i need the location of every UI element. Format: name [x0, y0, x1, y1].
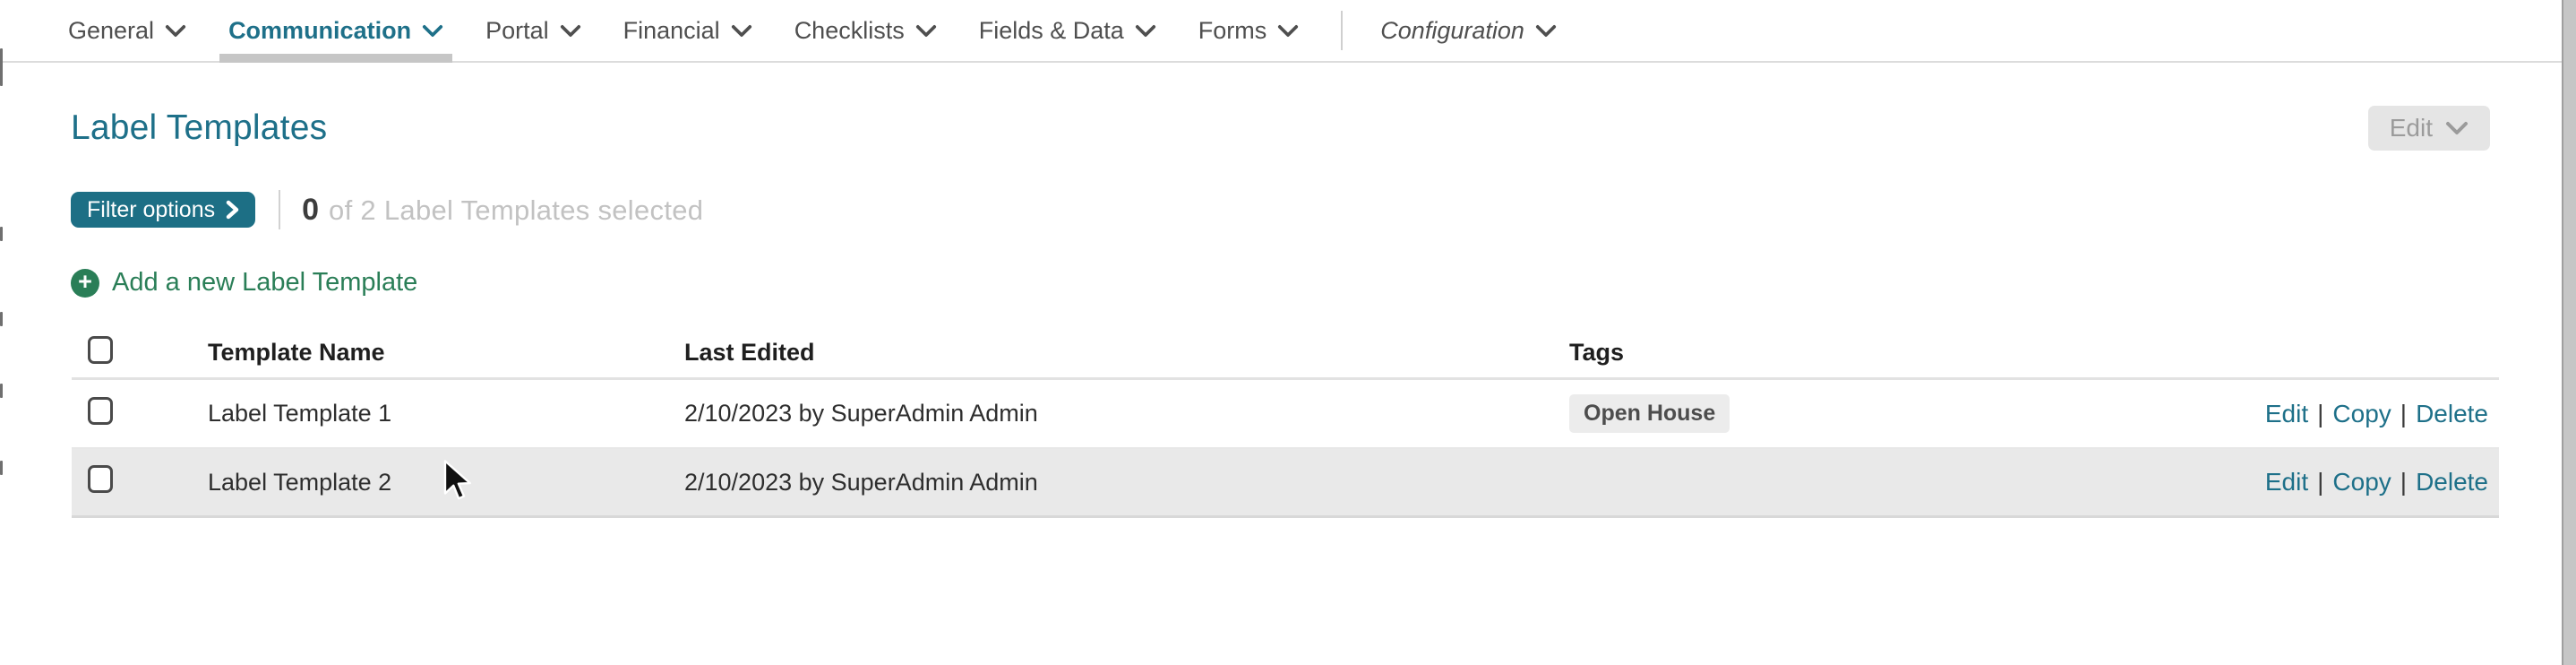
nav-item-label: Communication [228, 16, 412, 44]
chevron-down-icon [1135, 24, 1155, 37]
chevron-down-icon [165, 24, 186, 37]
chevron-right-icon [226, 200, 239, 220]
action-separator: | [2400, 468, 2408, 496]
filter-options-label: Filter options [87, 196, 216, 222]
selection-summary: 0 of 2 Label Templates selected [302, 193, 703, 228]
tag-badge: Open House [1569, 394, 1730, 433]
tags-cell: Open House [1569, 394, 2203, 433]
column-header-tags: Tags [1569, 339, 1625, 366]
nav-item-forms[interactable]: Forms [1198, 0, 1300, 61]
filter-options-button[interactable]: Filter options [71, 192, 256, 228]
row-action-edit[interactable]: Edit [2265, 400, 2308, 428]
select-all-checkbox[interactable] [88, 335, 113, 364]
add-label-template-text: Add a new Label Template [112, 268, 418, 297]
row-action-edit[interactable]: Edit [2265, 468, 2308, 496]
app-window: General Communication Portal Financial C… [0, 0, 2576, 665]
nav-item-label: Forms [1198, 16, 1267, 44]
selected-count-text: of 2 Label Templates selected [329, 194, 704, 226]
row-action-delete[interactable]: Delete [2416, 468, 2488, 496]
row-action-delete[interactable]: Delete [2416, 400, 2488, 428]
vertical-divider [279, 190, 281, 229]
nav-item-checklists[interactable]: Checklists [794, 0, 937, 61]
vertical-scrollbar[interactable] [2562, 0, 2576, 665]
chevron-down-icon [423, 24, 443, 37]
column-header-last-edited: Last Edited [684, 339, 815, 366]
row-action-copy[interactable]: Copy [2332, 468, 2391, 496]
filter-row: Filter options 0 of 2 Label Templates sel… [0, 190, 2576, 229]
selected-count: 0 [302, 192, 320, 227]
nav-item-general[interactable]: General [68, 0, 186, 61]
nav-item-financial[interactable]: Financial [623, 0, 752, 61]
nav-item-label: General [68, 16, 155, 44]
nav-item-label: Fields & Data [978, 16, 1124, 44]
table-row[interactable]: Label Template 1 2/10/2023 by SuperAdmin… [72, 380, 2499, 449]
add-label-template-link[interactable]: + Add a new Label Template [71, 268, 417, 298]
chevron-down-icon [1535, 24, 1556, 37]
plus-circle-icon: + [71, 268, 99, 298]
nav-item-portal[interactable]: Portal [485, 0, 581, 61]
nav-item-label: Financial [623, 16, 720, 44]
table-body: Label Template 1 2/10/2023 by SuperAdmin… [72, 380, 2499, 518]
action-separator: | [2317, 468, 2324, 496]
template-name-cell: Label Template 2 [208, 468, 392, 496]
screen-edge-artifact [0, 461, 3, 475]
row-action-copy[interactable]: Copy [2332, 400, 2391, 428]
screen-edge-artifact [0, 384, 3, 398]
chevron-down-icon [1278, 24, 1299, 37]
row-actions-cell: Edit | Copy | Delete [2265, 468, 2499, 497]
row-checkbox[interactable] [88, 465, 113, 493]
nav-item-label: Portal [485, 16, 549, 44]
chevron-down-icon [731, 24, 751, 37]
column-header-template-name: Template Name [208, 339, 385, 366]
nav-item-label: Configuration [1380, 16, 1524, 44]
screen-edge-artifact [0, 312, 3, 326]
edit-dropdown-button[interactable]: Edit [2367, 106, 2490, 151]
action-separator: | [2317, 399, 2324, 428]
top-nav: General Communication Portal Financial C… [0, 0, 2576, 63]
table-header-row: Template Name Last Edited Tags [72, 328, 2499, 380]
last-edited-cell: 2/10/2023 by SuperAdmin Admin [684, 400, 1038, 427]
table-row[interactable]: Label Template 2 2/10/2023 by SuperAdmin… [72, 449, 2499, 518]
nav-item-label: Checklists [794, 16, 905, 44]
scrollbar-thumb[interactable] [2563, 0, 2576, 665]
chevron-down-icon [915, 24, 936, 37]
add-row: + Add a new Label Template [0, 268, 2576, 298]
action-separator: | [2400, 399, 2408, 428]
edit-button-label: Edit [2389, 114, 2433, 142]
chevron-down-icon [2446, 122, 2468, 134]
template-name-cell: Label Template 1 [208, 400, 392, 427]
nav-items: General Communication Portal Financial C… [68, 0, 1599, 63]
last-edited-cell: 2/10/2023 by SuperAdmin Admin [684, 468, 1038, 496]
label-templates-table: Template Name Last Edited Tags Label Tem… [72, 328, 2499, 518]
nav-item-configuration[interactable]: Configuration [1380, 0, 1557, 61]
page-title: Label Templates [71, 108, 328, 147]
screen-edge-artifact [0, 227, 3, 241]
screen-edge-artifact [0, 48, 3, 86]
chevron-down-icon [560, 24, 580, 37]
nav-item-communication[interactable]: Communication [219, 0, 453, 63]
row-checkbox[interactable] [88, 396, 113, 425]
page-header: Label Templates Edit [0, 106, 2576, 151]
row-actions-cell: Edit | Copy | Delete [2265, 400, 2499, 428]
nav-divider [1341, 11, 1344, 50]
nav-item-fields-data[interactable]: Fields & Data [979, 0, 1156, 61]
